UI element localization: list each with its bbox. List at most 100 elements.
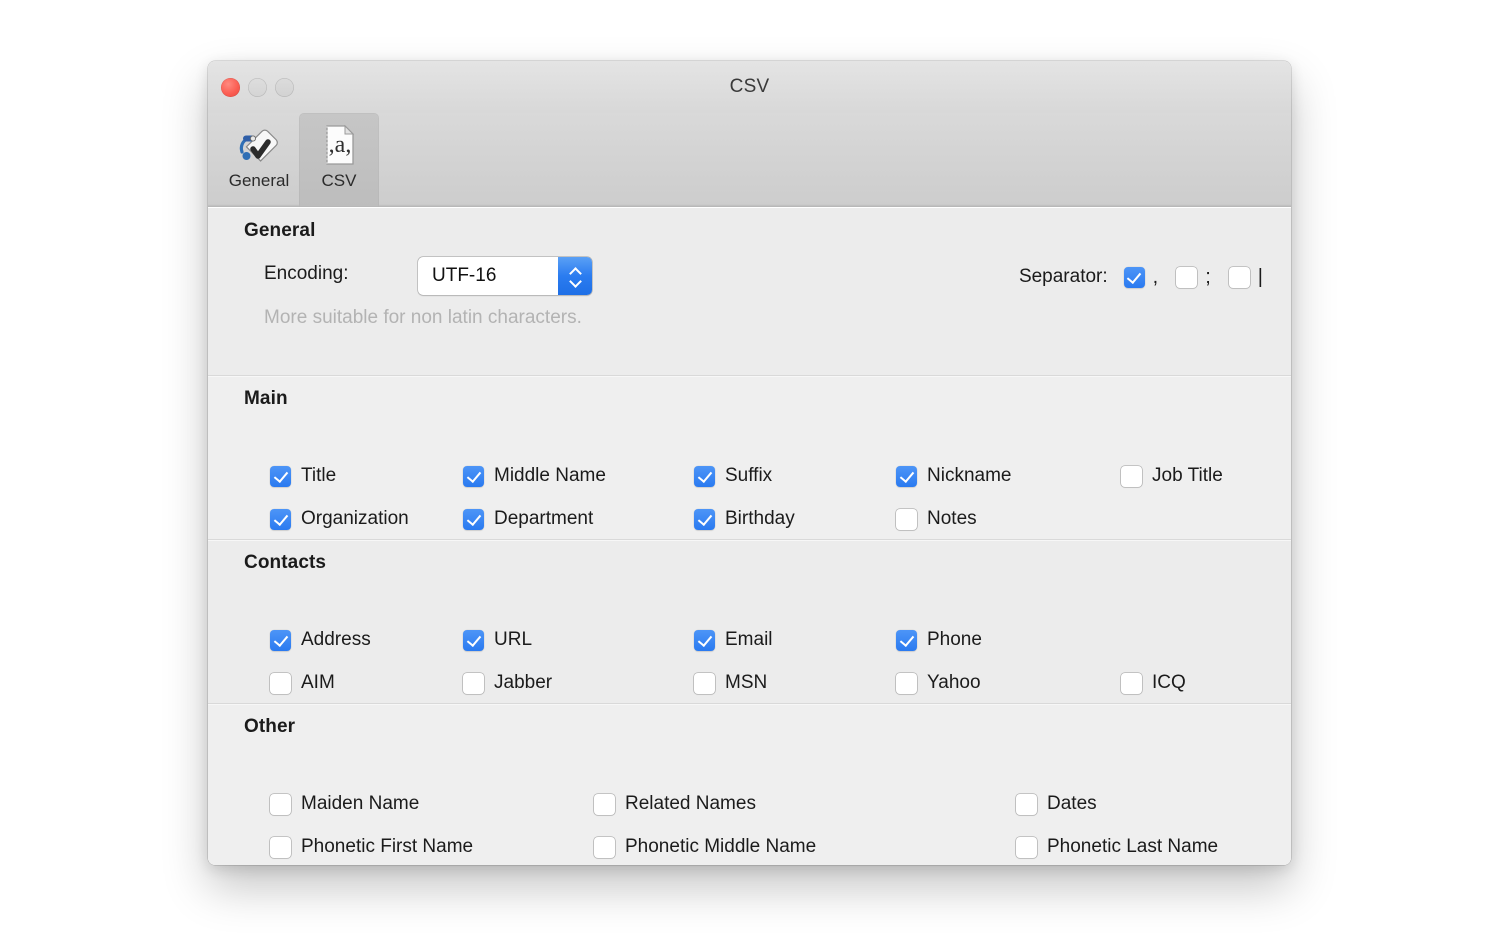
checkbox-row-birthday[interactable]: Birthday: [694, 508, 795, 530]
suffix-checkbox[interactable]: [694, 465, 715, 487]
checkbox-label: Jabber: [494, 672, 553, 693]
checkbox-row-phonetic-middle-name[interactable]: Phonetic Middle Name: [594, 836, 816, 858]
separator-comma-checkbox[interactable]: [1123, 266, 1145, 288]
checkbox-label: Notes: [927, 508, 977, 529]
checkbox-row-phonetic-first-name[interactable]: Phonetic First Name: [270, 836, 473, 858]
encoding-hint: More suitable for non latin characters.: [264, 307, 582, 328]
csv-preferences-window: CSV General ,a, CSV General Encoding: UT…: [208, 61, 1291, 865]
section-contacts-title: Contacts: [244, 552, 327, 573]
separator-semicolon-checkbox[interactable]: [1176, 266, 1198, 288]
separator-group: Separator: , ; |: [1019, 266, 1263, 288]
checkbox-row-department[interactable]: Department: [463, 508, 593, 530]
nickname-checkbox[interactable]: [896, 465, 917, 487]
phonetic-last-name-checkbox[interactable]: [1016, 836, 1037, 858]
checkbox-row-phone[interactable]: Phone: [896, 629, 982, 651]
checkbox-row-related-names[interactable]: Related Names: [594, 793, 756, 815]
email-checkbox[interactable]: [694, 629, 715, 651]
preferences-content: General Encoding: UTF-16 More suitable f…: [208, 208, 1291, 865]
related-names-checkbox[interactable]: [594, 793, 615, 815]
url-checkbox[interactable]: [463, 629, 484, 651]
separator-comma-glyph: ,: [1152, 266, 1159, 288]
aim-checkbox[interactable]: [270, 672, 291, 694]
preferences-toolbar: General ,a, CSV: [208, 113, 1291, 208]
checkbox-row-email[interactable]: Email: [694, 629, 773, 651]
checkbox-row-aim[interactable]: AIM: [270, 672, 335, 694]
checkbox-row-nickname[interactable]: Nickname: [896, 465, 1011, 487]
maiden-name-checkbox[interactable]: [270, 793, 291, 815]
checkbox-label: Phone: [927, 629, 982, 650]
toolbar-item-general[interactable]: General: [219, 113, 299, 207]
organization-checkbox[interactable]: [270, 508, 291, 530]
checkbox-row-job-title[interactable]: Job Title: [1121, 465, 1223, 487]
jabber-checkbox[interactable]: [463, 672, 484, 694]
checkbox-row-title[interactable]: Title: [270, 465, 336, 487]
checkbox-row-dates[interactable]: Dates: [1016, 793, 1097, 815]
chevron-down-icon: [570, 278, 581, 285]
checkbox-row-yahoo[interactable]: Yahoo: [896, 672, 981, 694]
section-main-title: Main: [244, 388, 288, 409]
notes-checkbox[interactable]: [896, 508, 917, 530]
title-checkbox[interactable]: [270, 465, 291, 487]
phonetic-middle-name-checkbox[interactable]: [594, 836, 615, 858]
checkbox-row-address[interactable]: Address: [270, 629, 371, 651]
encoding-select-value: UTF-16: [432, 265, 497, 286]
phonetic-first-name-checkbox[interactable]: [270, 836, 291, 858]
traffic-light-group: [221, 78, 294, 97]
dates-checkbox[interactable]: [1016, 793, 1037, 815]
middle-name-checkbox[interactable]: [463, 465, 484, 487]
encoding-label: Encoding:: [264, 263, 349, 284]
checkbox-label: Email: [725, 629, 773, 650]
toolbar-item-csv-label: CSV: [321, 171, 357, 190]
chevron-up-icon: [570, 268, 581, 275]
checkbox-label: Title: [301, 465, 337, 486]
checkbox-label: Phonetic Middle Name: [625, 836, 817, 857]
checkbox-row-jabber[interactable]: Jabber: [463, 672, 552, 694]
window-titlebar[interactable]: CSV: [208, 61, 1291, 113]
checkbox-row-icq[interactable]: ICQ: [1121, 672, 1186, 694]
department-checkbox[interactable]: [463, 508, 484, 530]
encoding-select-stepper[interactable]: [558, 257, 592, 295]
birthday-checkbox[interactable]: [694, 508, 715, 530]
desktop-backdrop: CSV General ,a, CSV General Encoding: UT…: [0, 0, 1500, 947]
yahoo-checkbox[interactable]: [896, 672, 917, 694]
address-checkbox[interactable]: [270, 629, 291, 651]
toolbar-item-general-label: General: [228, 171, 290, 190]
separator-pipe-glyph: |: [1257, 266, 1263, 288]
separator-option-pipe[interactable]: |: [1228, 266, 1263, 288]
checkbox-row-notes[interactable]: Notes: [896, 508, 977, 530]
section-general: General Encoding: UTF-16 More suitable f…: [208, 208, 1291, 375]
checkbox-label: MSN: [725, 672, 768, 693]
encoding-select[interactable]: UTF-16: [418, 257, 592, 295]
zoom-button[interactable]: [275, 78, 294, 97]
checkbox-row-msn[interactable]: MSN: [694, 672, 767, 694]
separator-pipe-checkbox[interactable]: [1228, 266, 1250, 288]
toolbar-item-csv[interactable]: ,a, CSV: [299, 113, 379, 207]
checkbox-label: Suffix: [725, 465, 773, 486]
checkbox-row-phonetic-last-name[interactable]: Phonetic Last Name: [1016, 836, 1218, 858]
checkbox-label: Yahoo: [927, 672, 981, 693]
checkbox-row-maiden-name[interactable]: Maiden Name: [270, 793, 419, 815]
separator-semicolon-glyph: ;: [1205, 266, 1211, 288]
phone-checkbox[interactable]: [896, 629, 917, 651]
checkbox-label: Address: [301, 629, 371, 650]
separator-option-semicolon[interactable]: ;: [1176, 266, 1211, 288]
checkbox-label: Nickname: [927, 465, 1012, 486]
svg-text:,a,: ,a,: [329, 132, 352, 158]
job-title-checkbox[interactable]: [1121, 465, 1142, 487]
msn-checkbox[interactable]: [694, 672, 715, 694]
section-contacts: Contacts Address URL Email Phone AIM Jabber MS…: [208, 539, 1291, 703]
section-main: Main Title Middle Name Suffix Nickname Job T…: [208, 375, 1291, 539]
checkbox-label: Dates: [1047, 793, 1097, 814]
minimize-button[interactable]: [248, 78, 267, 97]
checkbox-row-url[interactable]: URL: [463, 629, 532, 651]
checkbox-row-organization[interactable]: Organization: [270, 508, 409, 530]
close-button[interactable]: [221, 78, 240, 97]
checkbox-label: URL: [494, 629, 533, 650]
icq-checkbox[interactable]: [1121, 672, 1142, 694]
section-other: Other Maiden Name Related Names Dates Phone…: [208, 703, 1291, 865]
checkbox-row-middle-name[interactable]: Middle Name: [463, 465, 606, 487]
checkbox-label: Job Title: [1152, 465, 1223, 486]
section-other-title: Other: [244, 716, 296, 737]
separator-option-comma[interactable]: ,: [1123, 266, 1159, 288]
checkbox-row-suffix[interactable]: Suffix: [694, 465, 772, 487]
